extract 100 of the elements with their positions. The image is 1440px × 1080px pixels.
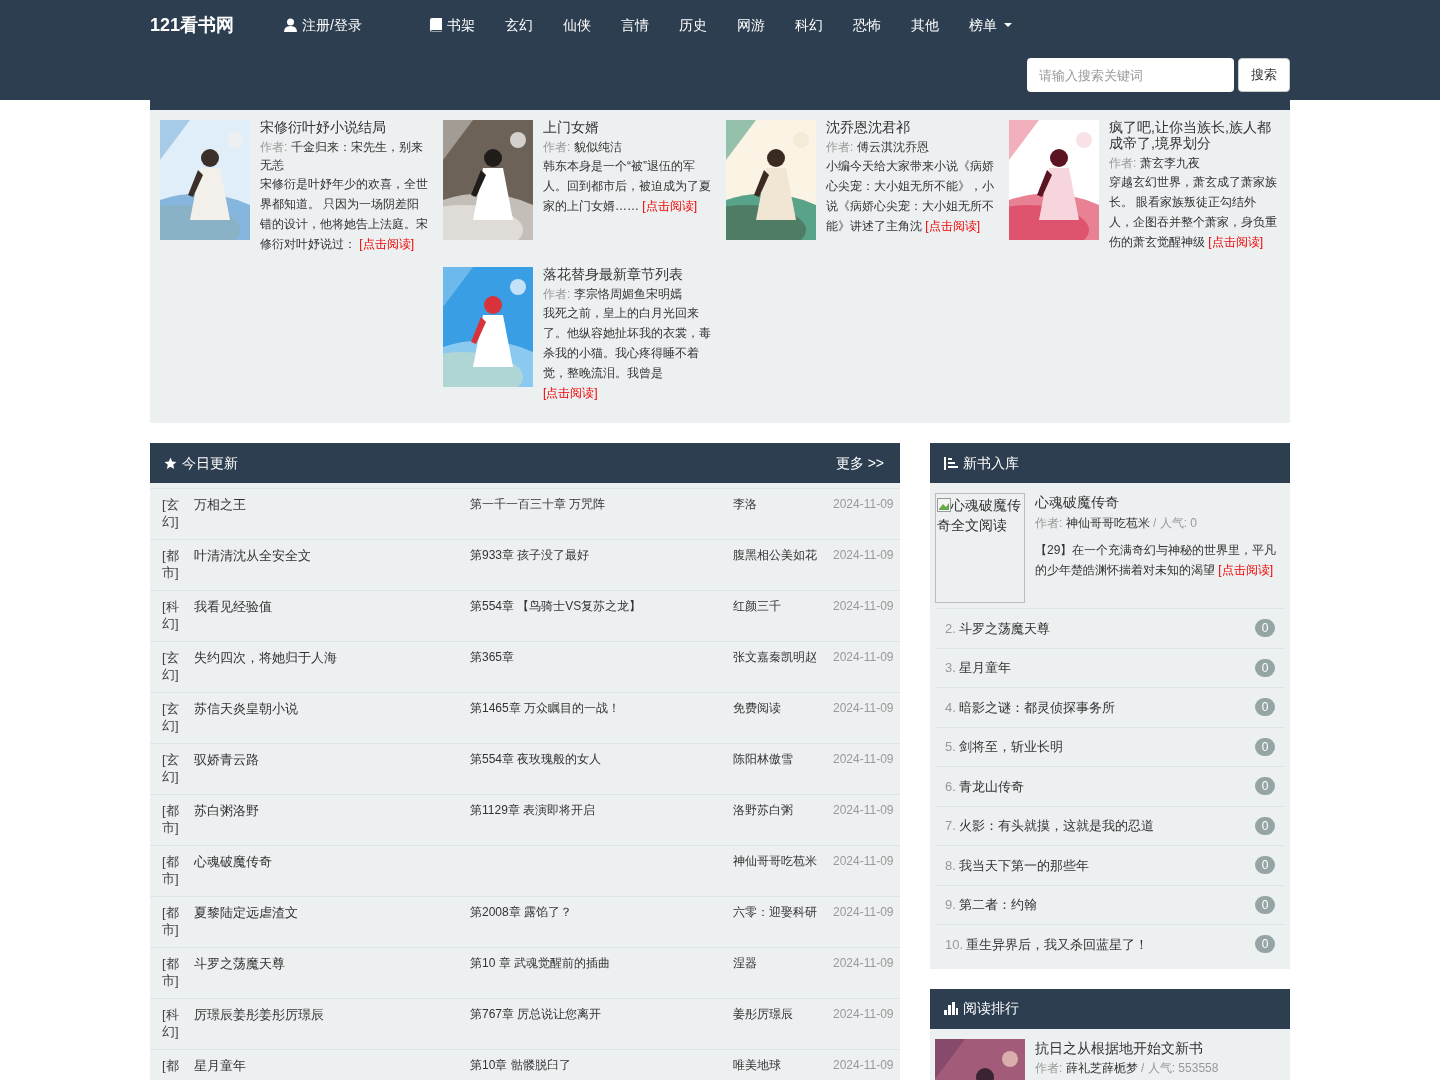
nav-link[interactable]: 言情 bbox=[605, 0, 664, 50]
book-title[interactable]: 失约四次，将她归于人海 bbox=[194, 649, 470, 692]
author-label: 作者: bbox=[1035, 1060, 1063, 1075]
search-button[interactable]: 搜索 bbox=[1238, 58, 1290, 92]
category-tag: [玄幻] bbox=[162, 496, 182, 539]
book-title[interactable]: 宋修衍叶妤小说结局 bbox=[260, 119, 431, 135]
rank-number: 3. bbox=[945, 659, 956, 677]
book-title[interactable]: 重生异界后，我又杀回蓝星了！ bbox=[966, 934, 1149, 954]
more-link[interactable]: 更多 >> bbox=[835, 452, 884, 474]
book-title[interactable]: 心魂破魔传奇 bbox=[194, 853, 470, 896]
search-field[interactable]: 请输入搜索关键词 bbox=[1027, 58, 1234, 92]
book-title[interactable]: 第二者：约翰 bbox=[958, 895, 1037, 915]
update-date: 2024-11-09 bbox=[833, 904, 894, 921]
book-title[interactable]: 叶清清沈从全安全文 bbox=[194, 547, 470, 590]
count-badge: 0 bbox=[1255, 619, 1275, 638]
book-title[interactable]: 斗罗之荡魔天尊 bbox=[194, 955, 470, 998]
book-title[interactable]: 青龙山传奇 bbox=[958, 776, 1024, 796]
read-link[interactable]: [点击阅读] bbox=[642, 199, 697, 213]
book-title[interactable]: 星月童年 bbox=[194, 1057, 470, 1080]
chapter-link[interactable]: 第554章 夜玫瑰般的女人 bbox=[470, 751, 733, 794]
book-title[interactable]: 疯了吧,让你当族长,族人都成帝了,境界划分 bbox=[1109, 119, 1280, 151]
book-title[interactable]: 我当天下第一的那些年 bbox=[958, 855, 1089, 875]
chapter-link[interactable]: 第一千一百三十章 万咒阵 bbox=[470, 496, 733, 539]
broken-image-icon bbox=[937, 498, 951, 512]
book-title[interactable]: 落花替身最新章节列表 bbox=[543, 266, 714, 282]
chapter-link[interactable]: 第767章 厉总说让您离开 bbox=[470, 1006, 733, 1049]
update-date: 2024-11-09 bbox=[833, 802, 894, 819]
category-tag: [都 bbox=[162, 1057, 182, 1080]
nav-link[interactable]: 玄幻 bbox=[489, 0, 548, 50]
book-title[interactable]: 沈乔恩沈君祁 bbox=[826, 119, 997, 135]
chapter-link[interactable]: 第365章 bbox=[470, 649, 733, 692]
book-title[interactable]: 上门女婿 bbox=[543, 119, 714, 135]
nav-link[interactable]: 科幻 bbox=[779, 0, 838, 50]
author-name: 红颜三千 bbox=[733, 598, 782, 615]
update-date: 2024-11-09 bbox=[833, 1006, 894, 1023]
chapter-link[interactable]: 第933章 孩子没了最好 bbox=[470, 547, 733, 590]
panel-title: 今日更新 bbox=[182, 453, 238, 473]
author-line: 作者: 李宗恪周媚鱼宋明嫣 bbox=[543, 286, 683, 303]
category-tag: [都市] bbox=[162, 904, 182, 947]
book-title[interactable]: 星月童年 bbox=[958, 658, 1011, 678]
author-name: 姜彤厉璟辰 bbox=[733, 1006, 794, 1023]
book-title[interactable]: 驭娇青云路 bbox=[194, 751, 470, 794]
nav-link[interactable]: 仙侠 bbox=[547, 0, 606, 50]
book-title[interactable]: 心魂破魔传奇 bbox=[1035, 494, 1285, 510]
book-title[interactable]: 暗影之谜：都灵侦探事务所 bbox=[958, 697, 1115, 717]
book-title[interactable]: 火影：有头就摸，这就是我的忍道 bbox=[958, 816, 1154, 836]
update-date: 2024-11-09 bbox=[833, 649, 894, 666]
book-title[interactable]: 剑将至，斩业长明 bbox=[958, 737, 1063, 757]
book-icon bbox=[429, 18, 442, 32]
chapter-link[interactable]: 第10章 骷髅脱臼了 bbox=[470, 1057, 733, 1080]
chapter-link[interactable]: 第1465章 万众瞩目的一战！ bbox=[470, 700, 733, 743]
read-link[interactable]: [点击阅读] bbox=[359, 237, 414, 251]
author-name: 六零：迎娶科研 bbox=[733, 904, 818, 921]
read-link[interactable]: [点击阅读] bbox=[925, 219, 980, 233]
chapter-link[interactable]: 第10 章 武魂觉醒前的插曲 bbox=[470, 955, 733, 998]
book-title[interactable]: 抗日之从根据地开始文新书 bbox=[1035, 1039, 1219, 1056]
book-title[interactable]: 厉璟辰姜彤姜彤厉璟辰 bbox=[194, 1006, 470, 1049]
author-name: 唯美地球 bbox=[733, 1057, 782, 1074]
nav-link[interactable]: 注册/登录 bbox=[269, 0, 377, 50]
rank-number: 4. bbox=[945, 698, 956, 717]
book-title[interactable]: 我看见经验值 bbox=[194, 598, 470, 641]
chapter-link[interactable]: 第554章 【鸟骑士VS复苏之龙】 bbox=[470, 598, 733, 641]
count-badge: 0 bbox=[1255, 737, 1275, 756]
nav-link[interactable]: 其他 bbox=[895, 0, 954, 50]
author-name: 免费阅读 bbox=[733, 700, 782, 717]
nav-link[interactable]: 书架 bbox=[414, 0, 490, 50]
book-title[interactable]: 万相之王 bbox=[194, 496, 470, 539]
book-title[interactable]: 苏信天炎皇朝小说 bbox=[194, 700, 470, 743]
caret-icon bbox=[1003, 23, 1012, 27]
panel-title: 阅读排行 bbox=[963, 999, 1019, 1018]
dropdown-menu-toggle[interactable]: 榜单 bbox=[953, 0, 1027, 50]
nav-link[interactable]: 恐怖 bbox=[837, 0, 896, 50]
author-line: 作者: 萧玄李九夜 bbox=[1109, 155, 1201, 172]
category-tag: [都市] bbox=[162, 853, 182, 896]
chapter-link[interactable]: 第2008章 露馅了？ bbox=[470, 904, 733, 947]
popularity-count: / 人气: 553558 bbox=[1141, 1060, 1219, 1075]
read-link[interactable]: [点击阅读] bbox=[1218, 563, 1273, 577]
popularity-count: / 人气: 0 bbox=[1153, 516, 1198, 530]
category-tag: [都市] bbox=[162, 547, 182, 590]
author-line: 作者: 千金归来：宋先生，别来无恙 bbox=[260, 139, 424, 174]
read-link[interactable]: [点击阅读] bbox=[1208, 235, 1263, 249]
nav-link[interactable]: 历史 bbox=[663, 0, 722, 50]
chapter-link[interactable]: 第1129章 表演即将开启 bbox=[470, 802, 733, 845]
book-title[interactable]: 斗罗之荡魔天尊 bbox=[958, 618, 1050, 638]
update-date: 2024-11-09 bbox=[833, 955, 894, 972]
book-summary: 韩东本身是一个“被”退伍的军人。回到都市后，被迫成为了夏家的上门女婿…… [点击阅读] bbox=[543, 158, 712, 215]
author-name: 涅器 bbox=[733, 955, 758, 972]
count-badge: 0 bbox=[1255, 856, 1275, 875]
author-name: 薛礼芝薛栀梦 bbox=[1065, 1060, 1138, 1075]
book-summary: 穿越玄幻世界，萧玄成了萧家族长。 眼看家族叛徒正勾结外人，企图吞并整个萧家，身负重伤的萧玄觉醒神级 [点击阅读] bbox=[1109, 174, 1278, 251]
site-logo[interactable]: 121看书网 bbox=[150, 11, 235, 39]
category-tag: [玄幻] bbox=[162, 700, 182, 743]
book-title[interactable]: 夏黎陆定远虐渣文 bbox=[194, 904, 470, 947]
read-link[interactable]: [点击阅读] bbox=[543, 386, 598, 400]
book-title[interactable]: 苏白粥洛野 bbox=[194, 802, 470, 845]
update-date: 2024-11-09 bbox=[833, 853, 894, 870]
bar-chart-icon bbox=[944, 1002, 958, 1015]
author-name: 神仙哥哥吃苞米 bbox=[733, 853, 818, 870]
author-label: 作者: bbox=[1035, 516, 1063, 530]
nav-link[interactable]: 网游 bbox=[721, 0, 780, 50]
